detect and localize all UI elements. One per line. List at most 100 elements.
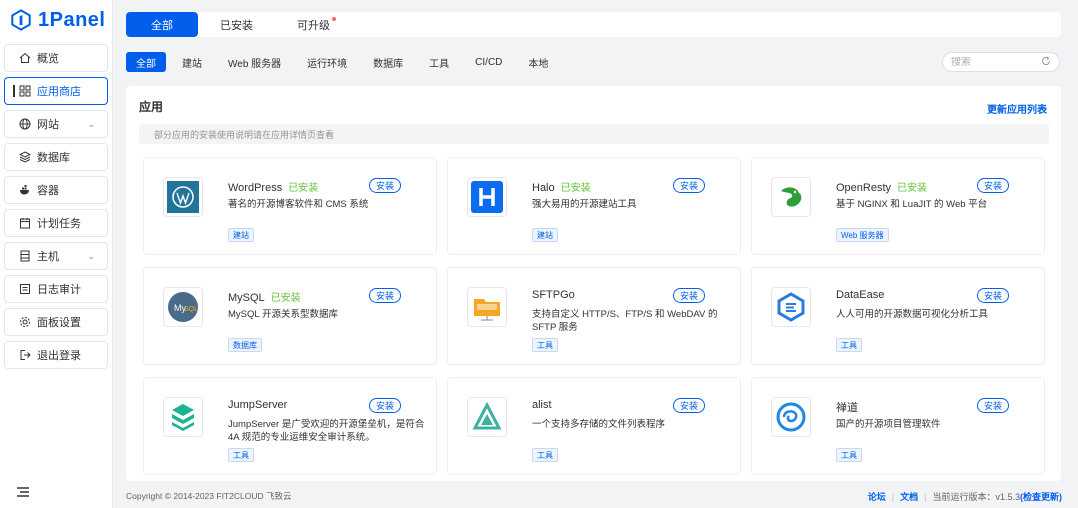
dataease-icon [771,287,811,327]
openresty-icon [771,177,811,217]
forum-link[interactable]: 论坛 [868,490,886,503]
install-button[interactable]: 安装 [672,398,705,413]
sidebar-item-label: 网站 [37,119,59,131]
filter-runtime[interactable]: 运行环境 [297,52,357,72]
sidebar-item-label: 面板设置 [37,317,81,329]
install-button[interactable]: 安装 [672,288,705,303]
app-card-wordpress[interactable]: WordPress 已安装 安装 著名的开源博客软件和 CMS 系统 建站 [143,157,437,255]
tab-upgradable[interactable]: 可升级 [275,12,352,37]
app-description: 国产的开源项目管理软件 [836,419,941,430]
app-tag: 工具 [532,338,558,352]
app-tag: 工具 [228,448,254,462]
app-tag: Web 服务器 [836,228,889,242]
tab-all[interactable]: 全部 [126,12,198,37]
app-name: WordPress 已安装 [228,182,319,194]
filter-cicd[interactable]: CI/CD [465,52,512,72]
sidebar-item-website[interactable]: 网站 ⌄ [4,110,108,138]
sidebar-item-label: 退出登录 [37,350,81,362]
app-description: 支持自定义 HTTP/S、FTP/S 和 WebDAV 的 SFTP 服务 [532,309,718,333]
chevron-down-icon: ⌄ [87,119,95,129]
install-button[interactable]: 安装 [368,178,401,193]
app-description: JumpServer 是广受欢迎的开源堡垒机，是符合 4A 规范的专业运维安全审… [228,419,425,443]
app-tag: 工具 [532,448,558,462]
tab-installed[interactable]: 已安装 [198,12,275,37]
filter-database[interactable]: 数据库 [363,52,413,72]
app-card-mysql[interactable]: My SQL MySQL 已安装 安装 MySQL 开源关系型数据库 数据库 [143,267,437,365]
database-icon [19,151,31,163]
check-update-link[interactable]: (检查更新) [1020,490,1062,503]
top-tab-bar: 全部 已安装 可升级 [126,12,1061,37]
footer: Copyright © 2014-2023 FIT2CLOUD 飞致云 论坛 |… [113,483,1078,508]
installed-badge: 已安装 [897,183,928,194]
app-card-alist[interactable]: alist 安装 一个支持多存储的文件列表程序 工具 [447,377,741,475]
filter-website[interactable]: 建站 [172,52,212,72]
install-button[interactable]: 安装 [976,178,1009,193]
app-card-sftpgo[interactable]: SFTPGo 安装 支持自定义 HTTP/S、FTP/S 和 WebDAV 的 … [447,267,741,365]
logo[interactable]: 1Panel [0,0,112,40]
filter-local[interactable]: 本地 [518,52,558,72]
app-description: 人人可用的开源数据可视化分析工具 [836,309,989,320]
install-button[interactable]: 安装 [976,398,1009,413]
update-dot [332,17,336,21]
docs-link[interactable]: 文档 [900,490,918,503]
grid-icon [19,85,31,97]
sidebar-item-host[interactable]: 主机 ⌄ [4,242,108,270]
docker-icon [19,184,31,196]
version-number: v1.5.3 [995,491,1020,502]
menu-collapse-icon[interactable] [16,486,30,498]
app-description: 强大易用的开源建站工具 [532,199,637,210]
installed-badge: 已安装 [560,183,591,194]
home-icon [19,52,31,64]
app-card-dataease[interactable]: DataEase 安装 人人可用的开源数据可视化分析工具 工具 [751,267,1045,365]
app-tag: 工具 [836,338,862,352]
app-description: 著名的开源博客软件和 CMS 系统 [228,199,369,210]
sidebar-item-database[interactable]: 数据库 [4,143,108,171]
refresh-icon[interactable] [1041,56,1051,69]
install-button[interactable]: 安装 [368,398,401,413]
app-card-halo[interactable]: Halo 已安装 安装 强大易用的开源建站工具 建站 [447,157,741,255]
panel-title: 应用 [139,100,164,114]
svg-text:SQL: SQL [184,306,198,313]
sidebar-item-panel-settings[interactable]: 面板设置 [4,308,108,336]
app-tag: 工具 [836,448,862,462]
app-description: 一个支持多存储的文件列表程序 [532,419,666,430]
sidebar-item-log-audit[interactable]: 日志审计 [4,275,108,303]
sidebar-item-label: 应用商店 [37,86,81,98]
sidebar-item-container[interactable]: 容器 [4,176,108,204]
sidebar-item-logout[interactable]: 退出登录 [4,341,108,369]
sidebar-menu: 概览 应用商店 网站 ⌄ 数据库 容器 计划任务 主机 ⌄ 日志审计 面板设置 … [0,44,112,369]
footer-links: 论坛 | 文档 | 当前运行版本： v1.5.3 (检查更新) [868,490,1062,503]
sidebar-item-label: 计划任务 [37,218,81,230]
server-icon [19,250,31,262]
search-input[interactable] [951,56,1041,68]
filter-all[interactable]: 全部 [126,52,166,72]
app-name: JumpServer [228,399,288,411]
divider: | [891,491,895,502]
filter-web-server[interactable]: Web 服务器 [218,52,291,72]
app-tag: 数据库 [228,338,262,352]
halo-icon [467,177,507,217]
install-button[interactable]: 安装 [368,288,401,303]
sidebar-item-cronjob[interactable]: 计划任务 [4,209,108,237]
sidebar-item-label: 数据库 [37,152,70,164]
install-button[interactable]: 安装 [976,288,1009,303]
filter-tools[interactable]: 工具 [419,52,459,72]
app-card-openresty[interactable]: OpenResty 已安装 安装 基于 NGINX 和 LuaJIT 的 Web … [751,157,1045,255]
app-card-jumpserver[interactable]: JumpServer 安装 JumpServer 是广受欢迎的开源堡垒机，是符合… [143,377,437,475]
sidebar-item-app-store[interactable]: 应用商店 [4,77,108,105]
mysql-icon: My SQL [163,287,203,327]
sidebar-item-overview[interactable]: 概览 [4,44,108,72]
divider: | [924,491,927,502]
app-name: 禅道 [836,402,858,414]
copyright-text: Copyright © 2014-2023 FIT2CLOUD 飞致云 [126,490,292,501]
app-description: MySQL 开源关系型数据库 [228,309,338,320]
search-box [942,52,1060,72]
install-button[interactable]: 安装 [672,178,705,193]
globe-icon [19,118,31,130]
app-description: 基于 NGINX 和 LuaJIT 的 Web 平台 [836,199,988,210]
app-card-zentao[interactable]: 禅道 安装 国产的开源项目管理软件 工具 [751,377,1045,475]
app-name: DataEase [836,289,885,301]
app-name: OpenResty 已安装 [836,182,928,194]
sidebar: 1Panel 概览 应用商店 网站 ⌄ 数据库 容器 计划任务 主机 ⌄ 日志审… [0,0,113,508]
update-app-list-link[interactable]: 更新应用列表 [987,101,1047,116]
